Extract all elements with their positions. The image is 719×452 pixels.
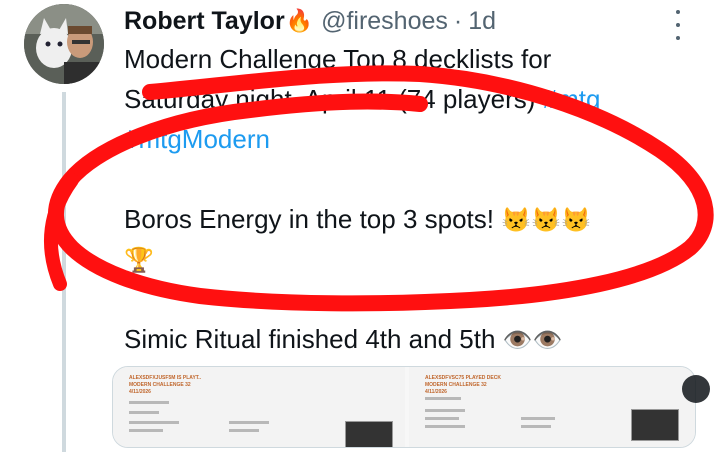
media-left-header: ALEXSDFXJUSF5M IS PLAYT.. MODERN CHALLEN… <box>129 375 202 395</box>
media-image-left[interactable]: ALEXSDFXJUSF5M IS PLAYT.. MODERN CHALLEN… <box>113 367 405 447</box>
avatar[interactable] <box>24 4 104 84</box>
media-grid[interactable]: ALEXSDFXJUSF5M IS PLAYT.. MODERN CHALLEN… <box>112 366 696 448</box>
author-name[interactable]: Robert Taylor <box>124 7 285 36</box>
trophy-icon: 🏆 <box>124 247 154 274</box>
more-icon[interactable] <box>671 10 685 40</box>
tweet-line-2-text: Saturday night, April 11 (74 players) <box>124 84 543 114</box>
tweet-line-3: #mtgModern <box>124 119 270 159</box>
next-media-button[interactable] <box>682 375 710 403</box>
hashtag-mtg[interactable]: #mtg <box>543 84 601 114</box>
timestamp[interactable]: 1d <box>468 7 496 36</box>
thread-line <box>62 92 66 452</box>
fire-icon: 🔥 <box>285 8 314 33</box>
tweet-line-1: Modern Challenge Top 8 decklists for <box>124 44 552 74</box>
hashtag-mtgmodern[interactable]: #mtgModern <box>124 124 270 154</box>
tweet-header: Robert Taylor 🔥 @fireshoes · 1d <box>124 2 496 40</box>
media-right-header: ALEXSDFVSC75 PLAYED DECK MODERN CHALLENG… <box>425 375 501 395</box>
tweet-line-4: Boros Energy in the top 3 spots! 😾😾😾 <box>124 199 591 241</box>
tweet-line-5: 🏆 <box>124 239 154 281</box>
tweet-line-4-text: Boros Energy in the top 3 spots! <box>124 204 502 234</box>
tweet-line-2: Saturday night, April 11 (74 players) #m… <box>124 79 600 119</box>
author-handle[interactable]: @fireshoes <box>321 7 448 36</box>
avatar-image <box>24 4 104 84</box>
tweet-line-6-text: Simic Ritual finished 4th and 5th <box>124 324 503 354</box>
cat-emoji-icon: 😾😾😾 <box>501 207 591 234</box>
tweet-line-6: Simic Ritual finished 4th and 5th 👁️👁️ <box>124 319 562 361</box>
media-image-right[interactable]: ALEXSDFVSC75 PLAYED DECK MODERN CHALLENG… <box>409 367 695 447</box>
separator: · <box>453 6 463 35</box>
eyes-icon: 👁️👁️ <box>502 327 563 354</box>
